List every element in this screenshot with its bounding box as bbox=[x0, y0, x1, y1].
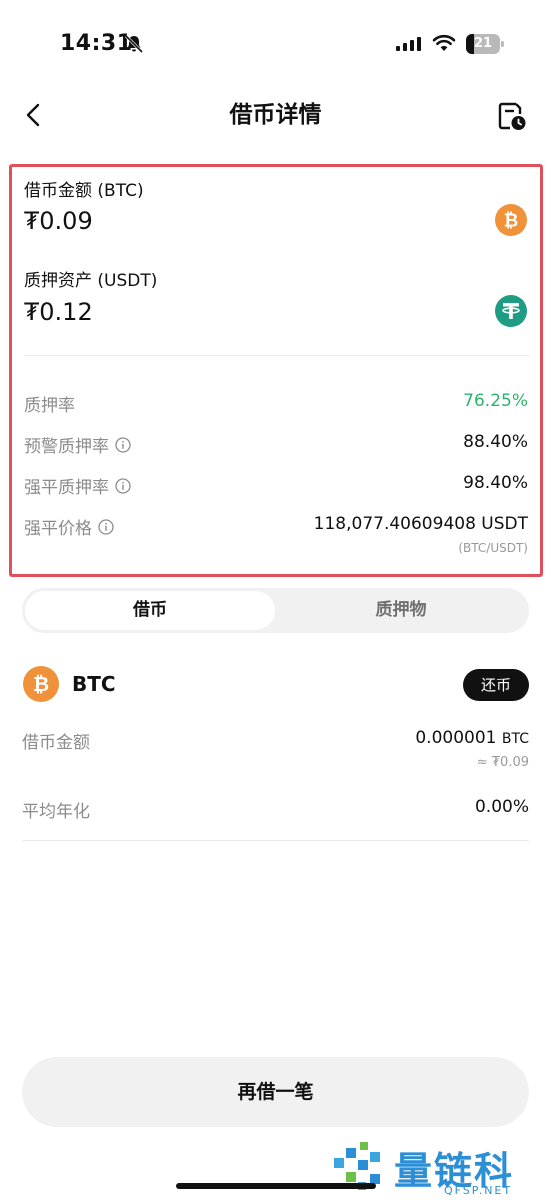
page-title: 借币详情 bbox=[229, 102, 322, 128]
home-indicator[interactable] bbox=[176, 1183, 376, 1189]
btc-coin-icon: ₿ bbox=[495, 204, 527, 236]
ltv-label: 质押率 bbox=[24, 391, 75, 416]
watermark: 量链科技 QFSP.NET bbox=[330, 1138, 551, 1198]
liquidation-price-label: 强平价格 bbox=[24, 514, 114, 539]
collateral-asset-value: ₮0.12 bbox=[24, 298, 93, 326]
tab-borrow[interactable]: 借币 bbox=[25, 591, 275, 630]
svg-text:₿: ₿ bbox=[33, 672, 49, 696]
collateral-asset-label: 质押资产 (USDT) bbox=[24, 271, 158, 291]
liquidation-ltv-value: 98.40% bbox=[463, 473, 528, 493]
loan-summary-panel: 借币金额 (BTC) ₮0.09 ₿ 质押资产 (USDT) ₮0.12 质押率… bbox=[9, 164, 543, 577]
warning-ltv-label-text: 预警质押率 bbox=[24, 437, 109, 457]
loan-asset-name: BTC bbox=[72, 672, 116, 696]
borrow-amount-value: ₮0.09 bbox=[24, 207, 93, 235]
watermark-subtext: QFSP.NET bbox=[444, 1184, 513, 1197]
battery-icon: 21 bbox=[466, 34, 504, 54]
liquidation-price-label-text: 强平价格 bbox=[24, 519, 92, 539]
battery-level: 21 bbox=[473, 36, 493, 51]
ltv-value: 76.25% bbox=[463, 391, 528, 411]
liquidation-ltv-label: 强平质押率 bbox=[24, 473, 131, 498]
apr-value: 0.00% bbox=[474, 797, 529, 817]
btc-coin-icon: ₿ bbox=[23, 666, 59, 702]
svg-text:₿: ₿ bbox=[504, 211, 519, 232]
repay-button[interactable]: 还币 bbox=[463, 669, 529, 701]
loan-amount-approx: ≈ ₮0.09 bbox=[476, 755, 529, 770]
liquidation-ltv-label-text: 强平质押率 bbox=[24, 478, 109, 498]
warning-ltv-label: 预警质押率 bbox=[24, 432, 131, 457]
info-icon[interactable] bbox=[98, 518, 114, 535]
ltv-label-text: 质押率 bbox=[24, 396, 75, 416]
cellular-signal-icon bbox=[396, 37, 421, 51]
warning-ltv-value: 88.40% bbox=[463, 432, 528, 452]
bell-off-icon bbox=[124, 34, 144, 54]
info-icon[interactable] bbox=[115, 477, 131, 494]
liquidation-price-value: 118,077.40609408 USDT bbox=[313, 514, 528, 534]
divider bbox=[22, 840, 529, 841]
wifi-icon bbox=[432, 34, 456, 51]
borrow-amount-label: 借币金额 (BTC) bbox=[24, 181, 144, 201]
borrow-again-button[interactable]: 再借一笔 bbox=[22, 1057, 529, 1127]
apr-label: 平均年化 bbox=[22, 802, 90, 822]
usdt-coin-icon bbox=[495, 295, 527, 327]
loan-amount-value: 0.000001 BTC bbox=[415, 728, 529, 748]
tab-collateral[interactable]: 质押物 bbox=[276, 591, 526, 630]
loan-amount-label: 借币金额 bbox=[22, 733, 90, 753]
divider bbox=[24, 355, 530, 356]
history-record-icon[interactable] bbox=[496, 100, 528, 132]
loan-amount-unit: BTC bbox=[501, 731, 529, 747]
info-icon[interactable] bbox=[115, 436, 131, 453]
liquidation-price-pair: (BTC/USDT) bbox=[458, 541, 528, 555]
status-time: 14:31 bbox=[60, 31, 133, 56]
tab-bar: 借币 质押物 bbox=[22, 588, 529, 633]
status-bar: 14:31 21 bbox=[0, 0, 551, 90]
loan-amount-number: 0.000001 bbox=[415, 728, 497, 748]
